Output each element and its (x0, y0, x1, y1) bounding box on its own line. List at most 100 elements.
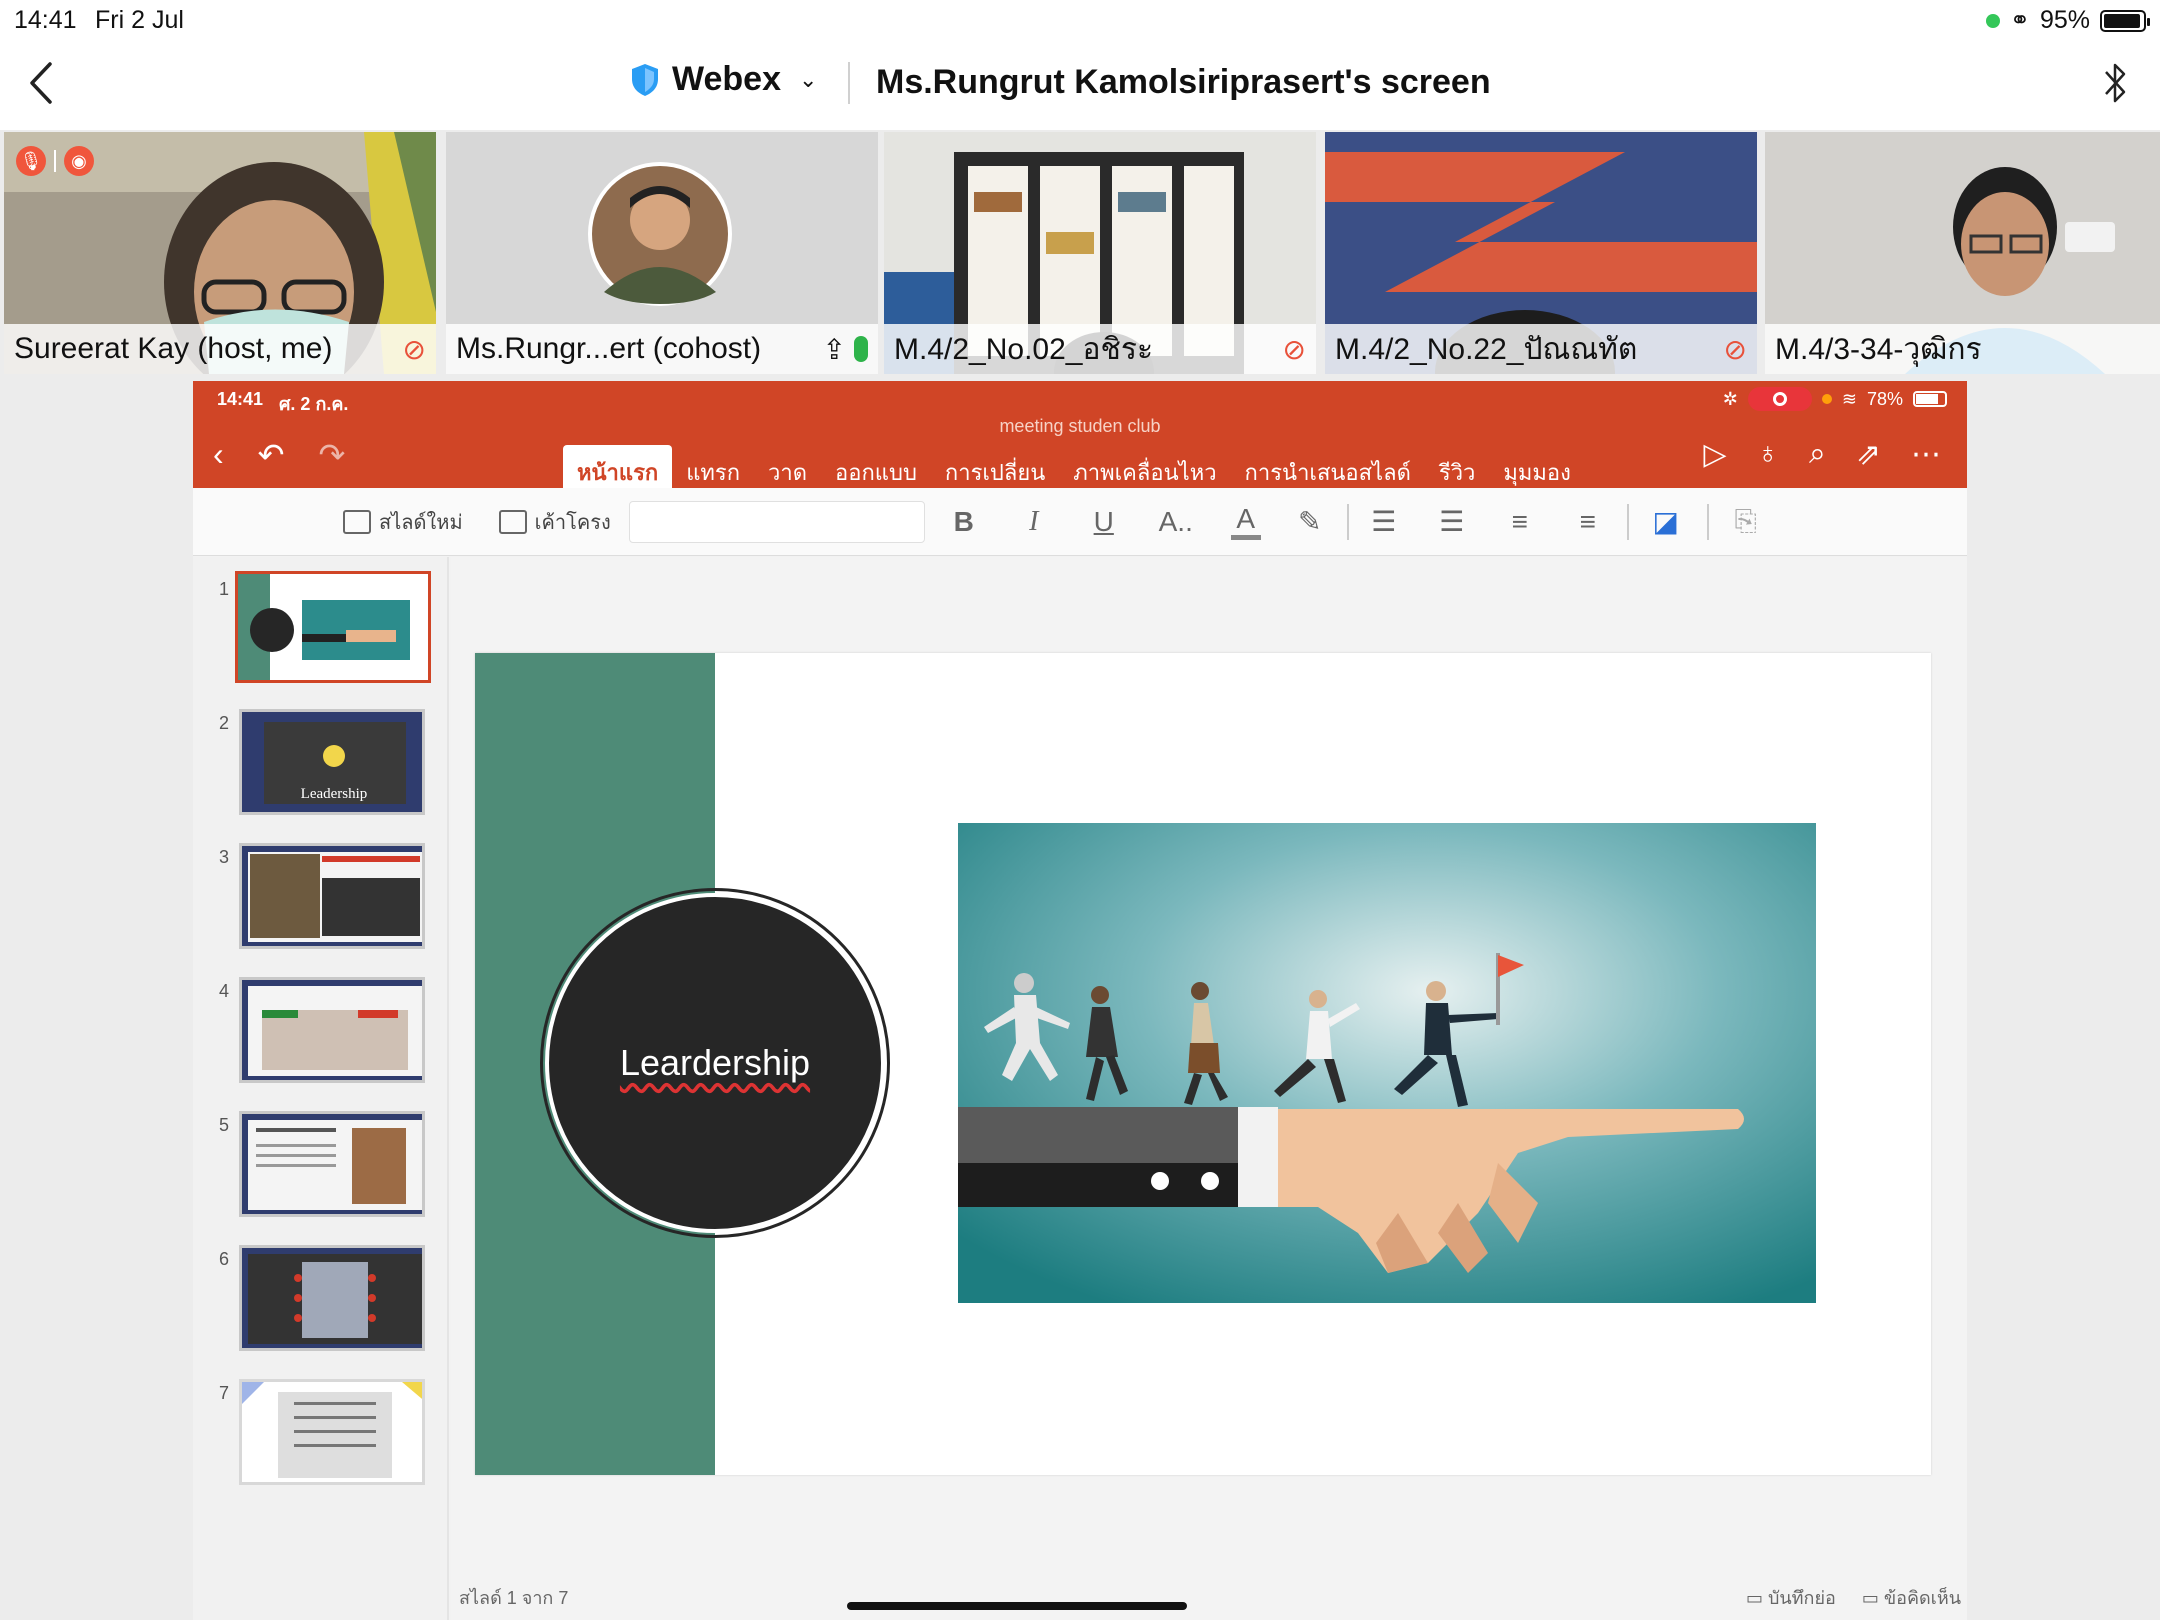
slide-thumbnail[interactable] (239, 1245, 425, 1351)
home-indicator[interactable] (847, 1602, 1187, 1610)
layout-label: เค้าโครง (534, 511, 611, 534)
share-icon[interactable]: ⇗ (1856, 437, 1881, 472)
mic-active-icon (854, 336, 868, 362)
slide-thumbnail[interactable] (239, 843, 425, 949)
footer-actions: ▭ บันทึกย่อ ▭ ข้อคิดเห็น (1746, 1583, 1961, 1612)
thumbnail-item[interactable]: 2 Leadership (193, 705, 449, 825)
layout-icon (498, 509, 527, 534)
thumbnail-item[interactable]: 4 (193, 973, 449, 1093)
notes-button[interactable]: ▭ บันทึกย่อ (1746, 1583, 1836, 1612)
slide-thumbnail[interactable] (239, 977, 425, 1083)
mic-muted-icon: ⊘ (1282, 333, 1306, 365)
thumbnail-number: 3 (219, 847, 230, 867)
bold-button[interactable]: B (949, 506, 979, 538)
participant-name: M.4/2_No.02_อชิระ (894, 332, 1154, 366)
thumbnail-number: 7 (219, 1383, 230, 1403)
slide-counter: สไลด์ 1 จาก 7 (459, 1588, 569, 1608)
numbered-list-icon[interactable]: ☰ (1437, 505, 1467, 538)
back-chevron-icon[interactable] (22, 58, 62, 108)
more-icon[interactable]: ⋯ (1911, 437, 1941, 472)
participant-name: Ms.Rungr...ert (cohost) (456, 332, 762, 365)
slide-thumbnail[interactable]: Leadership (239, 709, 425, 815)
status-right: ⚭ 95% (1985, 6, 2150, 35)
current-slide[interactable]: Leardership (475, 653, 1931, 1475)
brightness-icon: ✲ (1722, 388, 1738, 409)
indent-icon[interactable]: ≡ (1505, 506, 1535, 538)
thumbnail-number: 2 (219, 713, 230, 733)
mic-in-use-indicator (1821, 394, 1832, 404)
webex-meeting-menu[interactable]: Webex ⌄ (630, 60, 817, 99)
lightbulb-icon[interactable]: ♁ (1757, 437, 1780, 472)
thumbnail-number: 1 (219, 579, 230, 599)
thumbnail-text: Leadership (301, 786, 368, 802)
search-icon[interactable]: ⌕ (1809, 437, 1826, 472)
bullet-list-icon[interactable]: ☰ (1369, 505, 1399, 538)
webex-header: Webex ⌄ Ms.Rungrut Kamolsiriprasert's sc… (0, 40, 2160, 130)
new-slide-icon (343, 509, 371, 534)
comments-button[interactable]: ▭ ข้อคิดเห็น (1862, 1583, 1961, 1612)
font-color-button[interactable]: A (1230, 503, 1261, 540)
italic-button[interactable]: I (1019, 506, 1049, 538)
align-icon[interactable]: ≡ (1573, 506, 1603, 538)
slide-canvas[interactable]: Leardership (451, 557, 1967, 1620)
shared-content: 14:41 ศ. 2 ก.ค. ✲ ≋ 78% meeting studen c… (193, 381, 1967, 1620)
mic-muted-icon: ⊘ (402, 333, 426, 365)
play-icon[interactable]: ▷ (1703, 437, 1726, 472)
muted-mic-badge-icon: 🎙 (16, 146, 46, 176)
font-size-button[interactable]: A.. (1155, 506, 1197, 538)
mic-muted-icon: ⊘ (1723, 333, 1747, 365)
participant-name-bar: M.4/2_No.02_อชิระ ⊘ (884, 324, 1316, 374)
shared-status-right: ✲ ≋ 78% (1723, 387, 1947, 411)
status-date: Fri 2 Jul (95, 6, 184, 34)
thumbnail-item[interactable]: 7 (193, 1375, 449, 1495)
participant-tile[interactable]: 🎙 ◉ Sureerat Kay (host, me) ⊘ (4, 132, 436, 374)
battery-percent: 95% (2039, 6, 2090, 34)
leadership-illustration[interactable] (958, 823, 1816, 1303)
shared-status-time: 14:41 (217, 389, 264, 409)
format-painter-icon[interactable]: ⎘ (1731, 505, 1761, 538)
redo-icon[interactable]: ↷ (318, 436, 345, 474)
shapes-icon[interactable]: ◪ (1651, 505, 1681, 538)
battery-icon (1913, 391, 1947, 407)
slide-thumbnail[interactable] (239, 1111, 425, 1217)
thumbnail-item[interactable]: 5 (193, 1107, 449, 1227)
slide-title[interactable]: Leardership (620, 1042, 810, 1084)
thumbnail-item[interactable]: 1 (193, 571, 449, 691)
recording-badge-icon: ◉ (64, 146, 94, 176)
slide-thumbnails: 1 2 Leadership 3 4 5 6 7 (193, 557, 449, 1620)
back-icon[interactable]: ‹ (213, 436, 224, 474)
pp-actions: ▷ ♁ ⌕ ⇗ ⋯ (1703, 437, 1941, 472)
notes-label: บันทึกย่อ (1767, 1588, 1836, 1608)
font-name-field[interactable] (628, 500, 925, 543)
undo-icon[interactable]: ↶ (258, 436, 285, 474)
link-icon: ⚭ (2009, 7, 2030, 34)
participant-name-bar: M.4/3-34-วุฒิกร (1765, 324, 2160, 374)
shared-battery-percent: 78% (1866, 388, 1903, 409)
slide-thumbnail[interactable] (239, 1379, 425, 1485)
thumbnail-item[interactable]: 3 (193, 839, 449, 959)
new-slide-button[interactable]: สไลด์ใหม่ (343, 506, 463, 538)
participant-name-bar: M.4/2_No.22_ปัณณทัต ⊘ (1325, 324, 1757, 374)
participant-tile[interactable]: M.4/3-34-วุฒิกร (1765, 132, 2160, 374)
underline-button[interactable]: U (1089, 506, 1119, 538)
participant-tile[interactable]: Ms.Rungr...ert (cohost) ⇪ (446, 132, 878, 374)
participant-tile[interactable]: M.4/2_No.22_ปัณณทัต ⊘ (1325, 132, 1757, 374)
camera-in-use-indicator (1985, 13, 2000, 28)
webex-app-name: Webex (672, 60, 781, 98)
bluetooth-icon[interactable] (2100, 58, 2130, 108)
shared-status-date: ศ. 2 ก.ค. (279, 394, 349, 414)
participant-tile[interactable]: M.4/2_No.02_อชิระ ⊘ (884, 132, 1316, 374)
screen-record-icon (1747, 387, 1812, 411)
layout-button[interactable]: เค้าโครง (498, 506, 611, 538)
device-status-bar: 14:41 Fri 2 Jul ⚭ 95% (0, 0, 2160, 40)
shared-screen-title: Ms.Rungrut Kamolsiriprasert's screen (876, 63, 1491, 101)
slide-thumbnail[interactable] (235, 571, 431, 683)
document-title: meeting studen club (999, 416, 1161, 436)
thumbnail-item[interactable]: 6 (193, 1241, 449, 1361)
participant-name: M.4/2_No.22_ปัณณทัต (1335, 332, 1638, 366)
participant-name-bar: Sureerat Kay (host, me) ⊘ (4, 324, 436, 374)
home-ribbon: สไลด์ใหม่ เค้าโครง B I U A.. A ✎ ☰ ☰ ≡ ≡… (193, 488, 1967, 556)
powerpoint-titlebar: 14:41 ศ. 2 ก.ค. ✲ ≋ 78% meeting studen c… (193, 381, 1967, 500)
title-circle[interactable]: Leardership (540, 888, 890, 1238)
highlighter-icon[interactable]: ✎ (1295, 505, 1325, 538)
